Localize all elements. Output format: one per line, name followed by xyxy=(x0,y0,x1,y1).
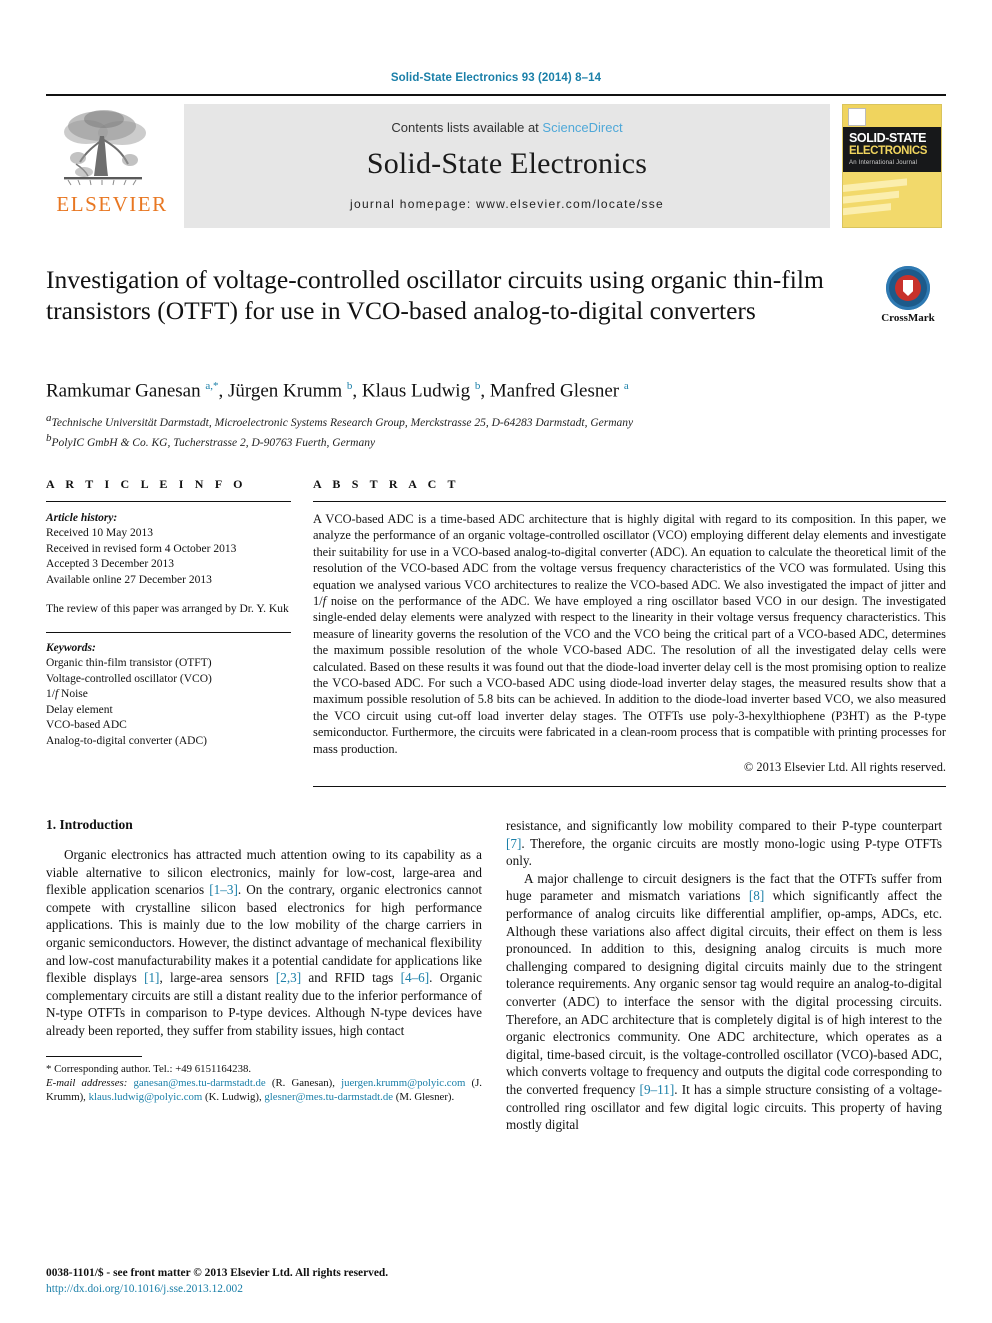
abstract-heading: A B S T R A C T xyxy=(313,476,460,491)
cover-subtitle: An International Journal xyxy=(849,160,918,166)
section-heading-introduction: 1. Introduction xyxy=(46,817,133,833)
page-title: Investigation of voltage-controlled osci… xyxy=(46,265,824,325)
author-list: Ramkumar Ganesan a,*, Jürgen Krumm b, Kl… xyxy=(46,380,629,402)
history-online: Available online 27 December 2013 xyxy=(46,573,212,586)
review-arranged-note: The review of this paper was arranged by… xyxy=(46,603,289,616)
affiliation-list: aTechnische Universität Darmstadt, Micro… xyxy=(46,411,946,451)
intro-paragraph-right-2: A major challenge to circuit designers i… xyxy=(506,870,942,1133)
footnote-block: * Corresponding author. Tel.: +49 615116… xyxy=(46,1055,483,1105)
cover-title-line2: ELECTRONICS xyxy=(849,144,928,157)
keyword-item: Analog-to-digital converter (ADC) xyxy=(46,734,207,747)
history-revised: Received in revised form 4 October 2013 xyxy=(46,542,237,555)
cover-elsevier-mark-icon xyxy=(848,108,866,126)
crossmark-icon xyxy=(886,266,930,310)
intro-paragraph-right-1: resistance, and significantly low mobili… xyxy=(506,818,942,869)
title-block: Investigation of voltage-controlled osci… xyxy=(46,264,946,360)
running-head: Solid-State Electronics 93 (2014) 8–14 xyxy=(390,72,602,84)
affiliation-a-text: Technische Universität Darmstadt, Microe… xyxy=(51,417,634,430)
keywords-rule xyxy=(46,631,291,633)
crossmark-label: CrossMark xyxy=(881,312,935,324)
masthead-center: Contents lists available at ScienceDirec… xyxy=(184,104,830,228)
keywords-label: Keywords: xyxy=(46,641,96,654)
elsevier-tree-icon xyxy=(64,110,146,186)
abstract-column: A B S T R A C T A VCO-based ADC is a tim… xyxy=(313,476,946,788)
journal-cover-thumbnail[interactable]: SOLID-STATE ELECTRONICS An International… xyxy=(838,104,946,228)
copyright-line: © 2013 Elsevier Ltd. All rights reserved… xyxy=(743,760,946,775)
doi-link[interactable]: http://dx.doi.org/10.1016/j.sse.2013.12.… xyxy=(46,1282,482,1298)
crossmark-badge-group[interactable]: CrossMark xyxy=(870,266,946,324)
journal-homepage-link[interactable]: journal homepage: www.elsevier.com/locat… xyxy=(350,197,664,211)
keyword-item: 1/f Noise xyxy=(46,688,88,701)
article-history-label: Article history: xyxy=(46,511,118,524)
history-received: Received 10 May 2013 xyxy=(46,527,153,540)
keyword-item: VCO-based ADC xyxy=(46,719,127,732)
journal-masthead: ELSEVIER Contents lists available at Sci… xyxy=(46,94,946,228)
page-footer: 0038-1101/$ - see front matter © 2013 El… xyxy=(46,1266,482,1297)
elsevier-logo: ELSEVIER xyxy=(46,104,178,228)
body-column-right: resistance, and significantly low mobili… xyxy=(506,817,942,1134)
contents-prefix: Contents lists available at xyxy=(391,119,543,135)
front-matter-line: 0038-1101/$ - see front matter © 2013 El… xyxy=(46,1267,389,1279)
sciencedirect-link[interactable]: ScienceDirect xyxy=(542,120,622,135)
footnote-rule xyxy=(46,1055,142,1057)
contents-available-line: Contents lists available at ScienceDirec… xyxy=(391,120,622,135)
history-accepted: Accepted 3 December 2013 xyxy=(46,558,175,571)
article-info-rule xyxy=(46,500,291,502)
affiliation-b-text: PolyIC GmbH & Co. KG, Tucherstrasse 2, D… xyxy=(51,436,376,449)
journal-title: Solid-State Electronics xyxy=(366,146,648,180)
elsevier-wordmark: ELSEVIER xyxy=(56,192,168,216)
cover-title-line1: SOLID-STATE xyxy=(849,131,927,145)
body-columns: 1. Introduction Organic electronics has … xyxy=(46,817,946,1134)
abstract-bottom-rule xyxy=(313,786,946,788)
info-abstract-row: A R T I C L E I N F O Article history: R… xyxy=(46,476,946,788)
cover-artwork: ISSN 0038-1101 xyxy=(843,172,941,227)
article-info-column: A R T I C L E I N F O Article history: R… xyxy=(46,477,291,787)
intro-paragraph-left: Organic electronics has attracted much a… xyxy=(46,847,482,1039)
article-info-heading: A R T I C L E I N F O xyxy=(46,476,247,491)
keyword-item: Delay element xyxy=(46,703,113,716)
affiliation-a: aTechnische Universität Darmstadt, Micro… xyxy=(46,411,946,431)
keyword-item: Organic thin-film transistor (OTFT) xyxy=(46,657,212,670)
abstract-rule xyxy=(313,500,946,502)
abstract-text: A VCO-based ADC is a time-based ADC arch… xyxy=(313,511,946,756)
body-column-left: 1. Introduction Organic electronics has … xyxy=(46,817,482,1134)
email-addresses-note: E-mail addresses: ganesan@mes.tu-darmsta… xyxy=(46,1077,483,1104)
keyword-item: Voltage-controlled oscillator (VCO) xyxy=(46,672,212,685)
corresponding-author-note: * Corresponding author. Tel.: +49 615116… xyxy=(46,1062,252,1075)
affiliation-b: bPolyIC GmbH & Co. KG, Tucherstrasse 2, … xyxy=(46,431,946,451)
article-first-page: Solid-State Electronics 93 (2014) 8–14 E… xyxy=(0,0,992,1323)
